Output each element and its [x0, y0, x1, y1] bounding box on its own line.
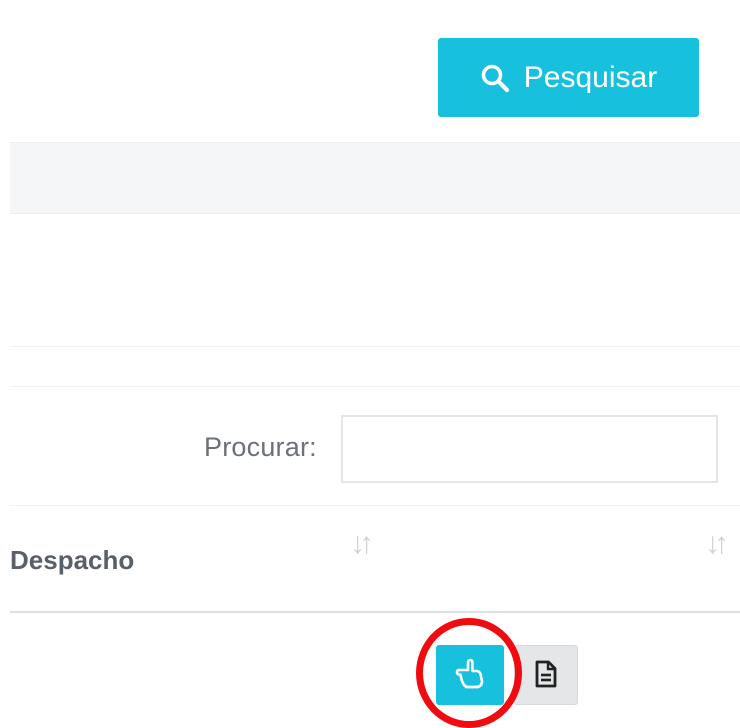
- sort-icon[interactable]: ↓↑: [350, 527, 374, 561]
- document-icon: [535, 660, 557, 691]
- hand-pointer-icon: [454, 657, 486, 694]
- table-header-divider: [10, 611, 740, 613]
- panel-footer-band: [10, 142, 740, 214]
- sort-icon[interactable]: ↓↑: [705, 527, 729, 561]
- column-header-despacho[interactable]: Despacho: [10, 545, 134, 576]
- document-action-button[interactable]: [514, 645, 578, 705]
- search-icon: [480, 63, 510, 93]
- select-action-button[interactable]: [436, 645, 504, 705]
- table-search-label: Procurar:: [204, 432, 317, 462]
- section-divider: [10, 386, 740, 387]
- search-button-label: Pesquisar: [523, 60, 658, 94]
- table-search-input[interactable]: [341, 415, 718, 483]
- section-divider: [10, 346, 740, 347]
- search-button[interactable]: Pesquisar: [438, 38, 699, 117]
- section-divider: [10, 505, 740, 506]
